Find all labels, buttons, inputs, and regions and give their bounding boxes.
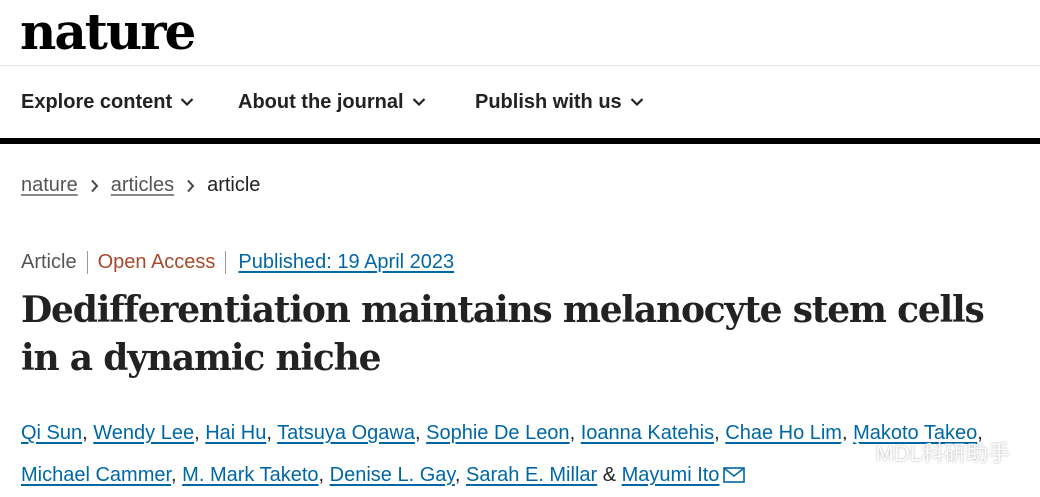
author-separator: , bbox=[82, 422, 94, 444]
breadcrumb-articles-link[interactable]: articles bbox=[111, 174, 174, 197]
nav-item-label: About the journal bbox=[238, 90, 404, 113]
article-title: Dedifferentiation maintains melanocyte s… bbox=[21, 289, 985, 379]
chevron-right-icon bbox=[90, 179, 99, 193]
article-type: Article bbox=[21, 250, 88, 274]
open-access-badge: Open Access bbox=[88, 250, 227, 274]
article-meta: Article Open Access Published: 19 April … bbox=[21, 248, 454, 276]
site-header: nature bbox=[0, 0, 1040, 66]
chevron-down-icon bbox=[180, 98, 194, 107]
author-link[interactable]: Sarah E. Millar bbox=[466, 464, 597, 486]
author-link[interactable]: Mayumi Ito bbox=[622, 464, 720, 486]
author-link[interactable]: Denise L. Gay bbox=[330, 464, 455, 486]
nature-logo[interactable]: nature bbox=[20, 2, 196, 62]
author-separator: , bbox=[171, 464, 183, 486]
author-separator: , bbox=[194, 422, 206, 444]
breadcrumb-nature-link[interactable]: nature bbox=[21, 174, 78, 197]
chevron-right-icon bbox=[186, 179, 195, 193]
chevron-down-icon bbox=[630, 98, 643, 107]
author-separator: , bbox=[454, 464, 467, 486]
author-separator: , bbox=[414, 422, 427, 444]
watermark-text: MDL科研助手 bbox=[875, 441, 1010, 466]
published-date-link[interactable]: Published: 19 April 2023 bbox=[226, 251, 454, 274]
nav-item-label: Publish with us bbox=[475, 90, 622, 113]
wechat-icon bbox=[838, 439, 869, 464]
watermark: MDL科研助手 bbox=[838, 436, 1010, 468]
nav-explore-content[interactable]: Explore content bbox=[21, 66, 194, 138]
author-link[interactable]: Wendy Lee bbox=[93, 422, 194, 444]
author-link[interactable]: Ioanna Katehis bbox=[581, 422, 714, 444]
breadcrumb-current: article bbox=[207, 174, 261, 196]
author-link[interactable]: Michael Cammer bbox=[21, 464, 171, 486]
author-link[interactable]: Hai Hu bbox=[205, 422, 266, 444]
nav-publish-with-us[interactable]: Publish with us bbox=[475, 66, 644, 138]
nav-about-journal[interactable]: About the journal bbox=[238, 66, 426, 138]
author-link[interactable]: Tatsuya Ogawa bbox=[277, 422, 415, 444]
nav-item-label: Explore content bbox=[21, 90, 173, 113]
breadcrumb: nature articles article bbox=[21, 174, 260, 197]
email-icon[interactable] bbox=[723, 467, 746, 483]
chevron-down-icon bbox=[412, 98, 425, 107]
main-nav: Explore content About the journal Publis… bbox=[0, 66, 1040, 144]
author-separator: , bbox=[266, 422, 278, 444]
author-link[interactable]: Qi Sun bbox=[21, 422, 82, 444]
author-separator: , bbox=[714, 422, 726, 444]
author-link[interactable]: Sophie De Leon bbox=[426, 422, 569, 444]
author-link[interactable]: M. Mark Taketo bbox=[182, 464, 318, 486]
author-ampersand: & bbox=[597, 464, 622, 486]
author-link[interactable]: Chae Ho Lim bbox=[725, 422, 842, 444]
author-separator: , bbox=[569, 422, 581, 444]
author-separator: , bbox=[318, 464, 330, 486]
